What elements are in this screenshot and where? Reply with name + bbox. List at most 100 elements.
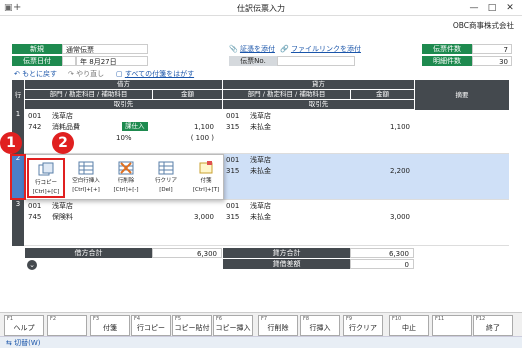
credit-amount: 2,200 — [389, 167, 410, 175]
credit-dept-name: 浅草店 — [250, 156, 271, 164]
mode-label: 新規 — [12, 44, 62, 54]
count-label: 伝票件数 — [422, 44, 472, 54]
credit-dept-code: 001 — [226, 112, 240, 120]
fkey-f2-button[interactable]: F2 — [47, 315, 87, 336]
debit-dept-name: 浅草店 — [52, 112, 73, 120]
expand-icon[interactable]: ⌄ — [27, 260, 37, 270]
credit-amount-header: 金額 — [351, 90, 414, 99]
title-bar: ▣ + 仕訳伝票入力 — □ ✕ — [0, 0, 522, 16]
voucher-no-field[interactable] — [277, 56, 355, 66]
credit-dept-code: 001 — [226, 202, 240, 210]
fkey-f7-button[interactable]: F7 行削除 — [258, 315, 298, 336]
copy-row-icon — [38, 162, 54, 176]
undo-text: もとに戻す — [22, 70, 57, 78]
credit-account-code: 315 — [226, 123, 240, 131]
delete-row-button[interactable]: 行削除 [Ctrl]+[-] — [107, 158, 145, 198]
undo-link[interactable]: ↶ もとに戻す — [14, 69, 57, 79]
debit-amount: 1,100 — [193, 123, 214, 131]
fkey-label: ヘルプ — [13, 324, 35, 332]
callout-2: 2 — [52, 132, 74, 154]
voucher-type-field[interactable]: 通常伝票 — [62, 44, 148, 54]
fkey-code: F3 — [93, 316, 100, 322]
row-highlight — [10, 154, 26, 200]
clear-row-key: [Del] — [159, 187, 173, 193]
fkey-code: F2 — [50, 316, 57, 322]
table-row[interactable]: 1 001 浅草店 742 消耗品費 課仕入 1,100 10% ( 100 )… — [12, 110, 509, 154]
fkey-label: 行挿入 — [309, 324, 331, 332]
fkey-label: 付箋 — [103, 324, 117, 332]
fkey-label: 中止 — [402, 324, 416, 332]
close-button[interactable]: ✕ — [502, 2, 518, 14]
debit-dept-code: 001 — [28, 202, 42, 210]
fkey-f10-button[interactable]: F10 中止 — [389, 315, 429, 336]
sticky-note-label: 付箋 — [200, 178, 212, 184]
lines-value: 30 — [472, 56, 512, 66]
tax-badge: 課仕入 — [122, 122, 148, 131]
fkey-code: F9 — [346, 316, 353, 322]
file-link[interactable]: 🔗 ファイルリンクを添付 — [280, 44, 361, 54]
fkey-f9-button[interactable]: F9 行クリア — [343, 315, 383, 336]
fkey-f11-button[interactable]: F11 — [432, 315, 472, 336]
table-row[interactable]: 3 001 浅草店 745 保険料 3,000 001 浅草店 315 未払金 … — [12, 200, 509, 246]
credit-dept-code: 001 — [226, 156, 240, 164]
count-value: 7 — [472, 44, 512, 54]
fkey-code: F7 — [261, 316, 268, 322]
fkey-label: 行削除 — [267, 324, 289, 332]
sticky-note-button[interactable]: 付箋 [Ctrl]+[T] — [187, 158, 225, 198]
fkey-code: F11 — [435, 316, 445, 322]
fkey-f4-button[interactable]: F4 行コピー — [131, 315, 171, 336]
clear-row-icon — [158, 161, 174, 175]
clear-row-label: 行クリア — [154, 178, 177, 184]
window-title: 仕訳伝票入力 — [237, 4, 285, 13]
fkey-f6-button[interactable]: F6 コピー挿入 — [213, 315, 253, 336]
attach-text: 証憑を添付 — [239, 45, 275, 53]
credit-amount: 1,100 — [389, 123, 410, 131]
credit-account-name: 未払金 — [250, 123, 271, 131]
switch-label: 切替(W) — [14, 339, 41, 347]
row-header: 行 — [12, 80, 24, 110]
switch-button[interactable]: ⇆ 切替(W) — [6, 338, 40, 348]
fkey-f3-button[interactable]: F3 付箋 — [90, 315, 130, 336]
attach-link[interactable]: 📎 証憑を添付 — [229, 44, 275, 54]
maximize-button[interactable]: □ — [484, 2, 500, 14]
diff-label: 貸借差額 — [223, 259, 350, 269]
insert-blank-row-button[interactable]: 空白行挿入 [Ctrl]+[+] — [67, 158, 105, 198]
copy-row-label: 行コピー — [34, 180, 57, 186]
redo-text: やり直し — [76, 70, 105, 78]
fkey-label: 終了 — [486, 324, 500, 332]
function-key-bar: F1 ヘルプ F2 F3 付箋 F4 行コピー F5 コピー貼付 F6 コピー挿入 F7 行削除 F8 行挿… — [0, 312, 522, 336]
debit-total-label: 借方合計 — [25, 248, 152, 258]
fkey-code: F6 — [216, 316, 223, 322]
credit-account-name: 未払金 — [250, 213, 271, 221]
credit-account-code: 315 — [226, 213, 240, 221]
remove-notes-link[interactable]: ▢ すべての付箋をはがす — [116, 69, 194, 79]
debit-account-code: 742 — [28, 123, 42, 131]
debit-total: 6,300 — [152, 248, 222, 258]
fkey-code: F12 — [476, 316, 486, 322]
fkey-code: F4 — [134, 316, 141, 322]
date-field[interactable]: 年 8月27日 — [76, 56, 148, 66]
file-link-text: ファイルリンクを添付 — [290, 45, 361, 53]
fkey-f12-button[interactable]: F12 終了 — [473, 315, 513, 336]
clear-row-button[interactable]: 行クリア [Del] — [147, 158, 185, 198]
fkey-f1-button[interactable]: F1 ヘルプ — [4, 315, 44, 336]
debit-amount-header: 金額 — [153, 90, 222, 99]
fkey-f5-button[interactable]: F5 コピー貼付 — [172, 315, 212, 336]
redo-link[interactable]: ↷ やり直し — [68, 69, 104, 79]
copy-row-key: [Ctrl]+[C] — [32, 189, 60, 195]
insert-row-icon — [78, 161, 94, 175]
fkey-label: コピー挿入 — [215, 324, 251, 332]
credit-account-name: 未払金 — [250, 167, 271, 175]
fkey-code: F8 — [303, 316, 310, 322]
debit-dept-name: 浅草店 — [52, 202, 73, 210]
debit-dept-code: 001 — [28, 112, 42, 120]
era-text: 年 — [80, 58, 87, 66]
copy-row-button[interactable]: 行コピー [Ctrl]+[C] — [27, 158, 65, 198]
minimize-button[interactable]: — — [466, 2, 482, 14]
credit-total-label: 貸方合計 — [223, 248, 350, 258]
credit-header: 貸方 — [223, 80, 414, 89]
fkey-f8-button[interactable]: F8 行挿入 — [300, 315, 340, 336]
era-field[interactable] — [62, 56, 76, 66]
credit-account-code: 315 — [226, 167, 240, 175]
delete-row-key: [Ctrl]+[-] — [113, 187, 139, 193]
